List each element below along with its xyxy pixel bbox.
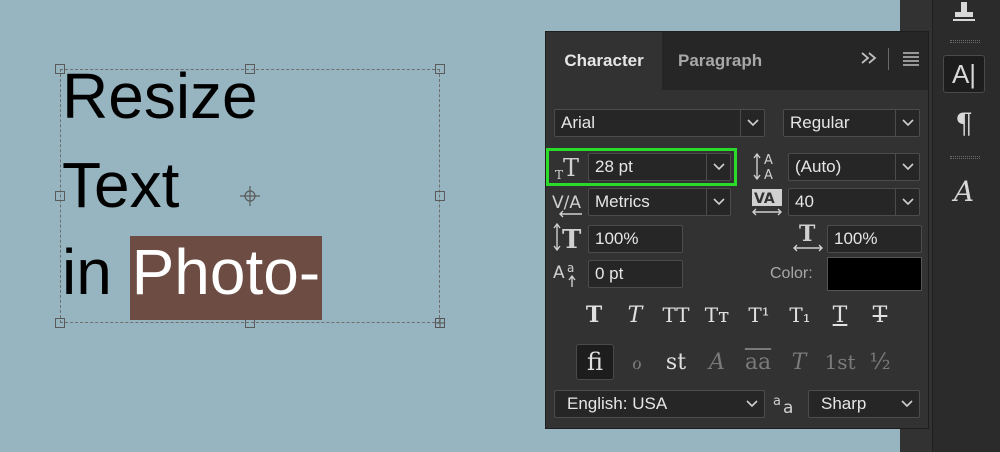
kerning-dropdown[interactable]: Metrics xyxy=(588,188,731,216)
baseline-shift-icon: Aa xyxy=(552,258,586,288)
tracking-value: 40 xyxy=(795,192,814,211)
vertical-scale-icon: T xyxy=(552,222,586,252)
svg-text:a: a xyxy=(567,261,574,275)
text-line-3-plain: in xyxy=(62,236,130,308)
text-line-3: in Photo- xyxy=(62,236,323,320)
document-canvas[interactable]: Resize Text in Photo- xyxy=(0,0,545,452)
bbox-handle-top-right[interactable] xyxy=(435,64,445,74)
faux-bold-button[interactable]: T xyxy=(577,298,611,332)
paragraph-panel-icon[interactable]: ¶ xyxy=(943,104,985,142)
text-color-swatch[interactable] xyxy=(827,257,922,291)
tab-divider xyxy=(888,48,889,70)
horizontal-scale-icon: T xyxy=(792,222,824,254)
svg-text:T: T xyxy=(555,168,563,182)
tracking-dropdown[interactable]: 40 xyxy=(788,188,920,216)
superscript-button[interactable]: T¹ xyxy=(742,298,776,332)
chevron-down-icon xyxy=(740,391,764,417)
font-size-value: 28 pt xyxy=(595,157,633,176)
svg-text:T: T xyxy=(563,154,579,182)
chevron-down-icon xyxy=(895,391,919,417)
chevron-down-icon xyxy=(895,110,919,136)
svg-text:A: A xyxy=(764,168,773,182)
panel-tabbar: Character Paragraph xyxy=(546,32,928,90)
collapse-panel-icon[interactable] xyxy=(860,50,878,71)
anti-alias-value: Sharp xyxy=(821,394,867,413)
chevron-down-icon xyxy=(895,154,919,180)
fractions-button[interactable]: ½ xyxy=(863,345,897,379)
character-panel-icon[interactable]: A| xyxy=(943,55,985,93)
font-style-dropdown[interactable]: Regular xyxy=(783,109,920,137)
tab-paragraph[interactable]: Paragraph xyxy=(678,32,762,90)
leading-dropdown[interactable]: (Auto) xyxy=(788,153,920,181)
kerning-value: Metrics xyxy=(595,192,650,211)
stylistic-alternates-button[interactable]: aa xyxy=(741,345,775,379)
font-family-dropdown[interactable]: Arial xyxy=(554,109,765,137)
kerning-icon: V/A xyxy=(552,188,586,218)
baseline-shift-value: 0 pt xyxy=(595,264,624,283)
vertical-scale-value: 100% xyxy=(595,229,639,248)
anti-alias-icon: aa xyxy=(772,390,800,418)
leading-icon: AA xyxy=(752,150,782,182)
bbox-handle-middle-right[interactable] xyxy=(435,191,445,201)
svg-text:T: T xyxy=(799,222,816,247)
svg-text:VA: VA xyxy=(754,191,775,207)
chevron-down-icon xyxy=(706,154,730,180)
small-caps-button[interactable]: Tт xyxy=(700,298,734,332)
svg-text:a: a xyxy=(773,394,781,409)
standard-ligatures-button[interactable]: fi xyxy=(576,344,614,380)
baseline-shift-field[interactable]: 0 pt xyxy=(588,260,683,288)
svg-text:a: a xyxy=(783,398,793,418)
chevron-down-icon xyxy=(740,110,764,136)
svg-text:A: A xyxy=(553,263,565,283)
text-line-2: Text xyxy=(62,149,180,221)
leading-value: (Auto) xyxy=(795,157,842,176)
horizontal-scale-value: 100% xyxy=(834,229,878,248)
stamp-tool-icon[interactable] xyxy=(943,0,985,30)
tracking-icon: VA xyxy=(751,187,783,217)
reference-point-icon[interactable] xyxy=(240,186,260,206)
font-style-value: Regular xyxy=(790,113,850,132)
discretionary-ligatures-button[interactable]: st xyxy=(659,345,693,379)
contextual-alternates-button[interactable]: ℴ xyxy=(620,345,654,379)
font-family-value: Arial xyxy=(561,113,596,132)
chevron-down-icon xyxy=(706,189,730,215)
character-panel: Character Paragraph Arial Regular TT 28 … xyxy=(545,31,929,429)
horizontal-scale-field[interactable]: 100% xyxy=(827,225,922,253)
underline-button[interactable]: T xyxy=(823,298,857,332)
font-size-dropdown[interactable]: 28 pt xyxy=(588,153,731,181)
titling-alternates-button[interactable]: T xyxy=(782,345,816,379)
faux-italic-button[interactable]: T xyxy=(618,298,652,332)
svg-text:A: A xyxy=(764,153,773,168)
ordinals-button[interactable]: 1st xyxy=(823,345,857,379)
panel-menu-icon[interactable] xyxy=(902,50,920,71)
anti-alias-dropdown[interactable]: Sharp xyxy=(808,390,920,418)
chevron-down-icon xyxy=(895,189,919,215)
vertical-scale-field[interactable]: 100% xyxy=(588,225,683,253)
selected-text-highlight: Photo- xyxy=(129,236,323,320)
strikethrough-button[interactable]: T xyxy=(863,298,897,332)
language-value: English: USA xyxy=(567,394,668,413)
glyphs-panel-icon[interactable]: A xyxy=(943,172,985,210)
dock-grip[interactable] xyxy=(950,40,980,43)
font-size-icon: TT xyxy=(554,152,584,182)
text-line-1: Resize xyxy=(62,60,258,132)
language-dropdown[interactable]: English: USA xyxy=(554,390,765,418)
swash-button[interactable]: A xyxy=(700,345,734,379)
tab-character[interactable]: Character xyxy=(546,32,662,90)
svg-text:T: T xyxy=(562,225,582,252)
bbox-handle-bottom-right[interactable] xyxy=(435,318,445,328)
subscript-button[interactable]: T₁ xyxy=(783,298,817,332)
dock-grip-2[interactable] xyxy=(950,156,980,159)
color-label: Color: xyxy=(770,265,813,282)
svg-text:V/A: V/A xyxy=(552,193,581,213)
all-caps-button[interactable]: TT xyxy=(659,298,693,332)
